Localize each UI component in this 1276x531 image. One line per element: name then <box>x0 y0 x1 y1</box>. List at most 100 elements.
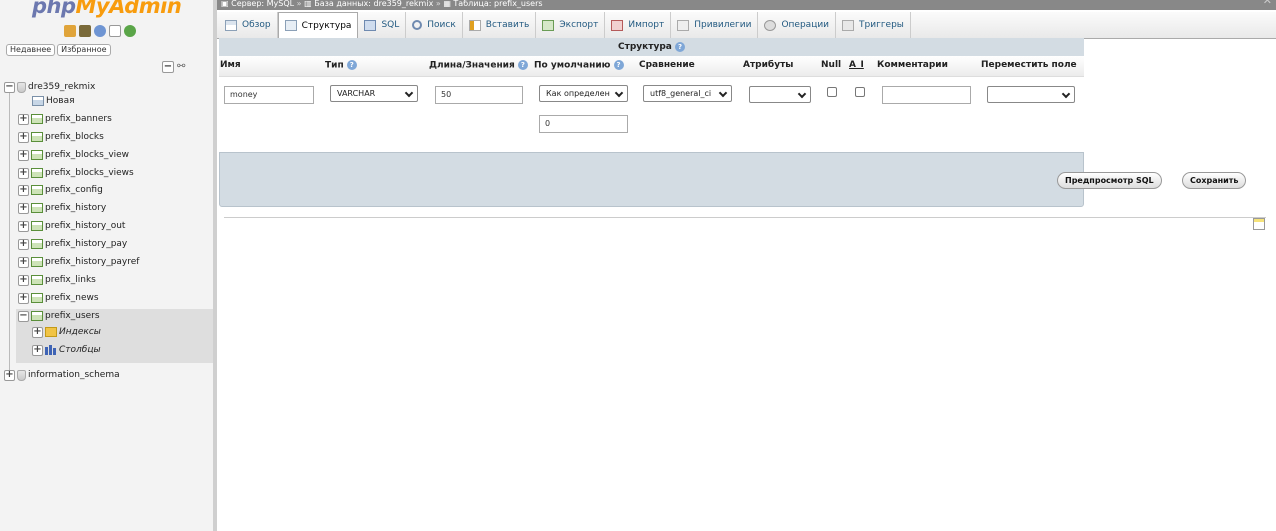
indexes-node[interactable]: + Индексы <box>32 324 101 340</box>
header-collation: Сравнение <box>639 60 695 70</box>
collapse-all-icon[interactable]: − <box>162 61 174 73</box>
tab-triggers[interactable]: Триггеры <box>836 12 911 38</box>
expand-icon[interactable]: + <box>18 238 29 250</box>
collapse-db-icon[interactable]: − <box>4 81 15 93</box>
table-name[interactable]: prefix_links <box>45 275 96 285</box>
table-node-selected[interactable]: − prefix_users <box>18 308 100 324</box>
name-input[interactable]: money <box>224 86 314 104</box>
table-node[interactable]: + prefix_blocks_view <box>18 147 129 163</box>
tab-privileges[interactable]: Привилегии <box>671 12 759 38</box>
collapse-icon[interactable]: − <box>18 310 29 322</box>
tab-operations[interactable]: Операции <box>758 12 837 38</box>
tab-insert[interactable]: Вставить <box>463 12 537 38</box>
type-select[interactable]: VARCHAR <box>330 85 418 102</box>
expand-icon[interactable]: + <box>18 220 29 232</box>
help-icon[interactable]: ? <box>346 60 357 70</box>
indexes-label[interactable]: Индексы <box>59 327 101 337</box>
expand-icon[interactable]: + <box>32 344 43 356</box>
table-node[interactable]: + prefix_history_pay <box>18 236 127 252</box>
table-name[interactable]: prefix_history_payref <box>45 257 139 267</box>
table-node[interactable]: + prefix_config <box>18 182 103 198</box>
table-name[interactable]: prefix_history <box>45 203 106 213</box>
phpmyadmin-logo[interactable]: phpMyAdmin <box>32 0 182 18</box>
length-input[interactable]: 50 <box>435 86 523 104</box>
table-node[interactable]: + prefix_banners <box>18 111 112 127</box>
new-table-label[interactable]: Новая <box>46 96 75 106</box>
table-name[interactable]: prefix_users <box>45 311 100 321</box>
help-icon[interactable]: ? <box>517 60 528 70</box>
tab-structure[interactable]: Структура <box>277 12 359 39</box>
expand-icon[interactable]: + <box>18 184 29 196</box>
columns-node[interactable]: + Столбцы <box>32 342 101 358</box>
tab-import[interactable]: Импорт <box>605 12 672 38</box>
expand-icon[interactable]: + <box>18 131 29 143</box>
preview-sql-button[interactable]: Предпросмотр SQL <box>1057 172 1162 189</box>
breadcrumb-server[interactable]: Сервер: MySQL <box>231 0 294 8</box>
link-icon[interactable]: ⚯ <box>177 61 185 73</box>
breadcrumb-database[interactable]: База данных: dre359_rekmix <box>314 0 433 8</box>
tab-sql[interactable]: SQL <box>358 12 407 38</box>
expand-icon[interactable]: + <box>18 113 29 125</box>
close-icon[interactable]: ✕ <box>1263 0 1272 6</box>
column-headers: Имя Тип ? Длина/Значения ? По умолчанию … <box>219 56 1084 77</box>
expand-icon[interactable]: + <box>18 256 29 268</box>
tab-search[interactable]: Поиск <box>406 12 463 38</box>
table-node[interactable]: + prefix_blocks <box>18 129 104 145</box>
breadcrumb-table[interactable]: Таблица: prefix_users <box>453 0 542 8</box>
recent-tab[interactable]: Недавнее <box>6 44 56 56</box>
docs-icon[interactable] <box>109 25 121 37</box>
null-checkbox[interactable] <box>827 87 837 97</box>
tab-browse[interactable]: Обзор <box>219 12 278 38</box>
expand-icon[interactable]: + <box>18 292 29 304</box>
table-name[interactable]: prefix_config <box>45 185 103 195</box>
move-field-select[interactable] <box>987 86 1075 103</box>
table-name[interactable]: prefix_blocks_view <box>45 150 129 160</box>
help-icon[interactable]: ? <box>613 60 624 70</box>
expand-icon[interactable]: + <box>32 326 43 338</box>
favorites-tab[interactable]: Избранное <box>57 44 111 56</box>
tab-export[interactable]: Экспорт <box>536 12 606 38</box>
table-name[interactable]: prefix_history_out <box>45 221 125 231</box>
auto-increment-checkbox[interactable] <box>855 87 865 97</box>
expand-icon[interactable]: + <box>18 202 29 214</box>
db-node-information-schema[interactable]: + information_schema <box>4 367 120 383</box>
save-button[interactable]: Сохранить <box>1182 172 1247 189</box>
db-name[interactable]: information_schema <box>28 370 120 380</box>
table-icon <box>31 221 43 231</box>
table-name[interactable]: prefix_history_pay <box>45 239 127 249</box>
table-node[interactable]: + prefix_blocks_views <box>18 165 134 181</box>
table-name[interactable]: prefix_news <box>45 293 99 303</box>
table-node[interactable]: + prefix_history <box>18 200 106 216</box>
default-value-input[interactable]: 0 <box>539 115 628 133</box>
home-icon[interactable] <box>64 25 76 37</box>
expand-db-icon[interactable]: + <box>4 369 15 381</box>
db-name[interactable]: dre359_rekmix <box>28 82 95 92</box>
new-table-node[interactable]: Новая <box>32 93 75 109</box>
expand-icon[interactable]: + <box>18 274 29 286</box>
table-node[interactable]: + prefix_news <box>18 290 99 306</box>
collation-select[interactable]: utf8_general_ci <box>643 85 732 102</box>
table-icon: ▦ <box>443 0 454 8</box>
expand-icon[interactable]: + <box>18 149 29 161</box>
tab-label: SQL <box>381 20 400 30</box>
help-icon[interactable] <box>94 25 106 37</box>
default-select[interactable]: Как определен <box>539 85 628 102</box>
page-settings-icon[interactable] <box>1253 218 1265 230</box>
table-node[interactable]: + prefix_history_payref <box>18 254 139 270</box>
table-icon <box>31 239 43 249</box>
exit-icon[interactable] <box>79 25 91 37</box>
help-icon[interactable]: ? <box>674 41 685 52</box>
table-name[interactable]: prefix_banners <box>45 114 112 124</box>
panel-splitter[interactable] <box>213 0 217 531</box>
comments-input[interactable] <box>882 86 971 104</box>
table-icon <box>31 185 43 195</box>
attributes-select[interactable] <box>749 86 811 103</box>
tab-label: Операции <box>781 20 830 30</box>
table-node[interactable]: + prefix_links <box>18 272 96 288</box>
table-name[interactable]: prefix_blocks_views <box>45 168 134 178</box>
columns-label[interactable]: Столбцы <box>59 345 101 355</box>
table-node[interactable]: + prefix_history_out <box>18 218 125 234</box>
reload-icon[interactable] <box>124 25 136 37</box>
table-name[interactable]: prefix_blocks <box>45 132 104 142</box>
expand-icon[interactable]: + <box>18 167 29 179</box>
